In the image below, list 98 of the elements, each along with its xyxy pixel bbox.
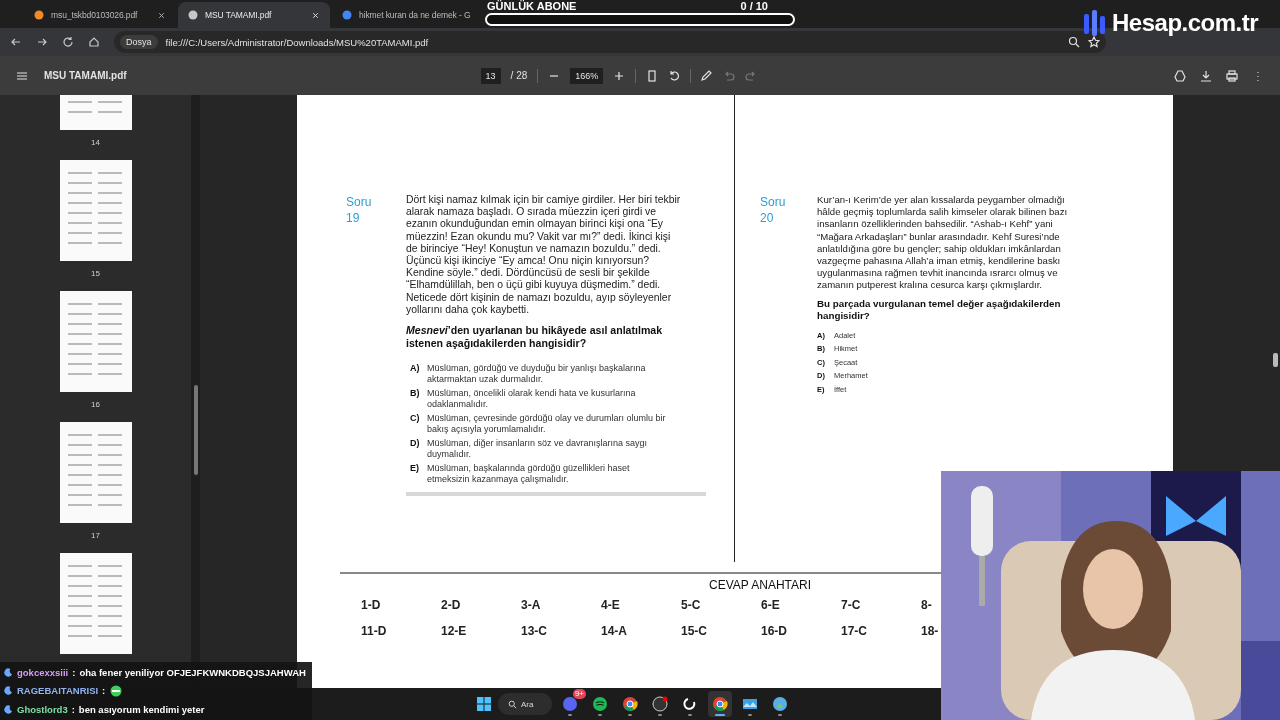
fit-page-icon[interactable]	[646, 69, 659, 82]
answer-key-cell-text: 6-E	[761, 598, 781, 614]
tab-title: MSU TAMAMI.pdf	[205, 10, 273, 20]
page-label: 17	[91, 530, 100, 542]
download-icon[interactable]	[1200, 69, 1212, 82]
record-icon	[652, 696, 668, 712]
browser-tab[interactable]: msu_tskbd0103026.pdf	[24, 2, 176, 28]
emote-icon	[109, 685, 124, 697]
scrollbar-thumb[interactable]	[193, 385, 198, 475]
question-paragraph: Kur’an-ı Kerim’de yer alan kıssalarda peygamber olmadığı hâlde geçmiş toplumlarda salih kimseler olarak bilinen bazı insanların özelliklerinden bahsedilir. “Ashab-ı Kehf” yani “Mağara Arkadaşları” bunlar arasındadır. Kehf Suresi’nde anlatıldığına göre bu gençler; sahip oldukları imkânlardan vazgeçme pahasına Allah’a iman etmiş, kendilerine baskı uygulanmasına rağmen tevhit inancında ısrarcı olmuş ve zamanın putperest kralına cesurca karşı çıkmışlardır.	[817, 194, 1069, 292]
answer-key-cell-text: 4-E	[601, 598, 621, 614]
taskbar-app[interactable]	[708, 691, 732, 717]
page-label: 14	[91, 137, 100, 149]
back-icon[interactable]	[10, 36, 22, 48]
reload-icon[interactable]	[62, 36, 74, 48]
page-number-field[interactable]: 13	[480, 67, 501, 84]
answer-key-cell-text: 14-A	[601, 624, 628, 640]
goal-title: GÜNLÜK ABONE	[487, 0, 577, 12]
question-number: Soru 20	[760, 194, 787, 227]
menu-icon[interactable]	[16, 69, 28, 82]
chat-username: gokcexxsiii	[17, 666, 69, 678]
answer-key-title: CEVAP ANAHTARI	[709, 577, 811, 594]
page-thumbnail[interactable]	[59, 160, 132, 261]
close-icon[interactable]	[311, 10, 320, 20]
option-text: Müslüman, başkalarında gördüğü güzellikleri haset etmeksizin kazanmaya çalışmalıdır.	[427, 463, 631, 485]
page-label: 15	[91, 268, 100, 280]
answer-key-cell-text: 13-C	[521, 624, 548, 640]
page-label: 16	[91, 399, 100, 411]
file-title: MSU TAMAMI.pdf	[44, 70, 127, 81]
question-number: Soru 19	[346, 194, 373, 227]
search-field[interactable]: Ara	[498, 693, 552, 715]
start-icon[interactable]	[476, 696, 492, 712]
answer-key-cell-text: 1-D	[361, 598, 382, 614]
chrome-icon	[712, 696, 728, 712]
chat-separator: :	[71, 704, 75, 716]
globe-icon	[772, 696, 788, 712]
page-thumbnail[interactable]	[59, 553, 132, 654]
url-text: file:///C:/Users/Administrator/Downloads/MSU%20TAMAMI.pdf	[165, 36, 430, 48]
chat-separator: :	[72, 666, 76, 678]
zoom-icon[interactable]	[1068, 36, 1080, 48]
option-text: Müslüman, diğer insanların söz ve davranışlarına saygı duymalıdır.	[427, 438, 649, 460]
answer-key-cell-text: 11-D	[361, 624, 388, 640]
tab-title: msu_tskbd0103026.pdf	[51, 10, 139, 20]
answer-key-cell-text: 2-D	[441, 598, 462, 614]
question-paragraph: Dört kişi namaz kılmak için bir camiye girdiler. Her biri tekbir alarak namaza başladı. O sırada müezzin içeri girdi ve ezanın okunduğundan emin olmayan birinci kişi ona “Ey müezzin! Ezan okundu mu? Vakit var mı?” dedi. İkinci kişi de birinciye “Hey! Konuştun ve namazın bozuldu.” dedi. Üçüncü kişi ikinciye “Ey amca! Onu niçin kınıyorsun? Kendine söyle.” dedi. Dördüncüsü de sesli bir şekilde “Elhamdülillah, ben o üçü gibi kuyuya düşmedim.” dedi. Neticede dört kişinin de namazı bozuldu, ayıp söyleyenler yollarını daha çok kaybetti.	[406, 194, 681, 317]
goal-count: 0 / 10	[740, 0, 768, 12]
question-prompt: Bu parçada vurgulanan temel değer aşağıdakilerden hangisidir?	[817, 297, 1062, 323]
file-badge: Dosya	[120, 35, 158, 49]
answer-key-cell-text: 7-C	[841, 598, 862, 614]
answer-key-cell-text: 3-A	[521, 598, 542, 614]
option-text: Müslüman, öncelikli olarak kendi hata ve kusurlarına odaklanmalıdır.	[427, 388, 637, 410]
option-text: Müslüman, çevresinde gördüğü olay ve durumları olumlu bir bakış açısıyla yorumlamalıdır.	[427, 413, 667, 435]
answer-key-cell-text: 12-E	[441, 624, 468, 640]
print-icon[interactable]	[1226, 69, 1238, 82]
tab-favicon-icon	[188, 10, 198, 20]
zoom-field[interactable]: 166%	[570, 67, 604, 84]
option-letter: B)	[410, 388, 421, 401]
option-letter: D)	[410, 438, 421, 451]
page-thumbnail[interactable]	[59, 422, 132, 523]
answer-key-cell-text: 8-	[921, 598, 933, 614]
browser-tab[interactable]: hikmet kuran da ne demek - G	[332, 2, 484, 28]
search-icon[interactable]	[508, 699, 517, 709]
option-letter: C)	[410, 413, 421, 426]
option-letter: A)	[410, 363, 421, 376]
zoom-in-icon[interactable]	[613, 69, 626, 82]
answer-key-cell-text: 16-D	[761, 624, 788, 640]
option-letter: E)	[410, 463, 420, 476]
answer-key-cell-text: 18-	[921, 624, 940, 640]
forward-icon[interactable]	[36, 36, 48, 48]
browser-tab[interactable]: MSU TAMAMI.pdf	[178, 2, 330, 28]
answer-key-cell-text: 5-C	[681, 598, 702, 614]
answer-key-cell-text: 17-C	[841, 624, 868, 640]
bookmark-star-icon[interactable]	[1088, 36, 1100, 48]
chat-text: oha fener yeniliyor OFJEJFKWNKDBQJSJAHWAH	[79, 666, 306, 678]
option-text: Müslüman, gördüğü ve duyduğu bir yanlışı başkalarına aktarmaktan uzak durmalıdır.	[427, 363, 647, 385]
chat-username: RAGEBAITANRISI	[17, 685, 99, 697]
notification-badge: 9+	[572, 689, 586, 699]
page-thumbnail[interactable]	[59, 291, 132, 392]
draw-icon[interactable]	[701, 69, 714, 82]
question-prompt: Mesnevi’den uyarlanan bu hikâyede asıl anlatılmak istenen aşağıdakilerden hangisidir?	[406, 324, 664, 350]
discord-icon	[562, 696, 578, 712]
undo-icon[interactable]	[723, 69, 736, 82]
page-total: / 28	[510, 70, 528, 81]
tab-title: hikmet kuran da ne demek - G	[359, 10, 472, 20]
tab-favicon-icon	[342, 10, 352, 20]
rotate-icon[interactable]	[668, 69, 681, 82]
chrome-icon	[622, 696, 638, 712]
chat-separator: :	[102, 685, 106, 697]
answer-key-cell-text: 15-C	[681, 624, 708, 640]
address-field[interactable]: Dosya file:///C:/Users/Administrator/Downloads/MSU%20TAMAMI.pdf	[114, 31, 1106, 53]
chat-text: ben asıyorum kendimi yeter	[78, 704, 205, 716]
spotify-icon	[592, 696, 608, 712]
close-icon[interactable]	[157, 10, 166, 20]
home-icon[interactable]	[88, 36, 100, 48]
chat-username: Ghostlord3	[17, 704, 68, 716]
tab-favicon-icon	[34, 10, 44, 20]
photos-icon	[742, 696, 758, 712]
scrollbar-thumb[interactable]	[1272, 353, 1278, 367]
